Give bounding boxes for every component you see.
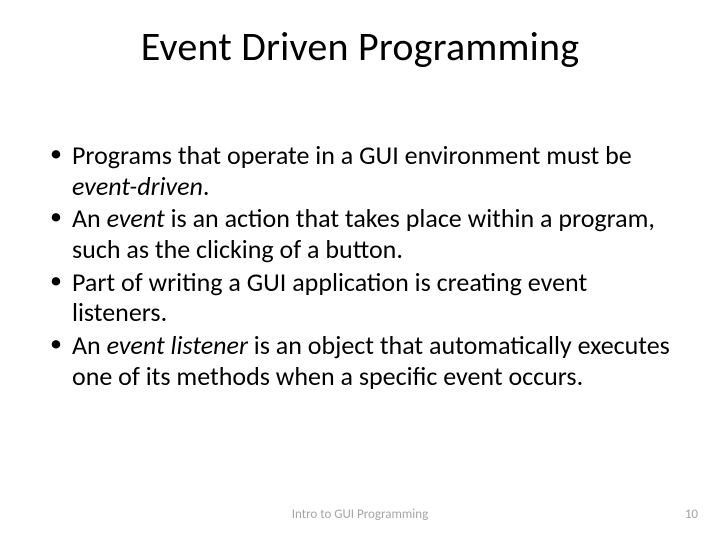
footer-center: Intro to GUI Programming — [0, 507, 720, 522]
bullet-text-pre: Programs that operate in a GUI environme… — [72, 139, 632, 171]
bullet-text-pre: Part of writing a GUI application is cre… — [72, 266, 587, 329]
bullet-text-pre: An — [72, 202, 107, 234]
slide: Event Driven Programming Programs that o… — [0, 0, 720, 540]
bullet-text-pre: An — [72, 329, 107, 361]
bullet-list: Programs that operate in a GUI environme… — [48, 140, 678, 391]
slide-body: Programs that operate in a GUI environme… — [48, 140, 678, 393]
list-item: An event is an action that takes place w… — [48, 203, 678, 264]
bullet-text-em: event listener — [107, 329, 248, 361]
list-item: Programs that operate in a GUI environme… — [48, 140, 678, 201]
page-number: 10 — [685, 507, 698, 522]
list-item: Part of writing a GUI application is cre… — [48, 267, 678, 328]
bullet-text-post: . — [203, 170, 210, 202]
list-item: An event listener is an object that auto… — [48, 330, 678, 391]
bullet-text-em: event — [107, 202, 165, 234]
slide-title: Event Driven Programming — [0, 22, 720, 71]
bullet-text-em: event-driven — [72, 170, 203, 202]
